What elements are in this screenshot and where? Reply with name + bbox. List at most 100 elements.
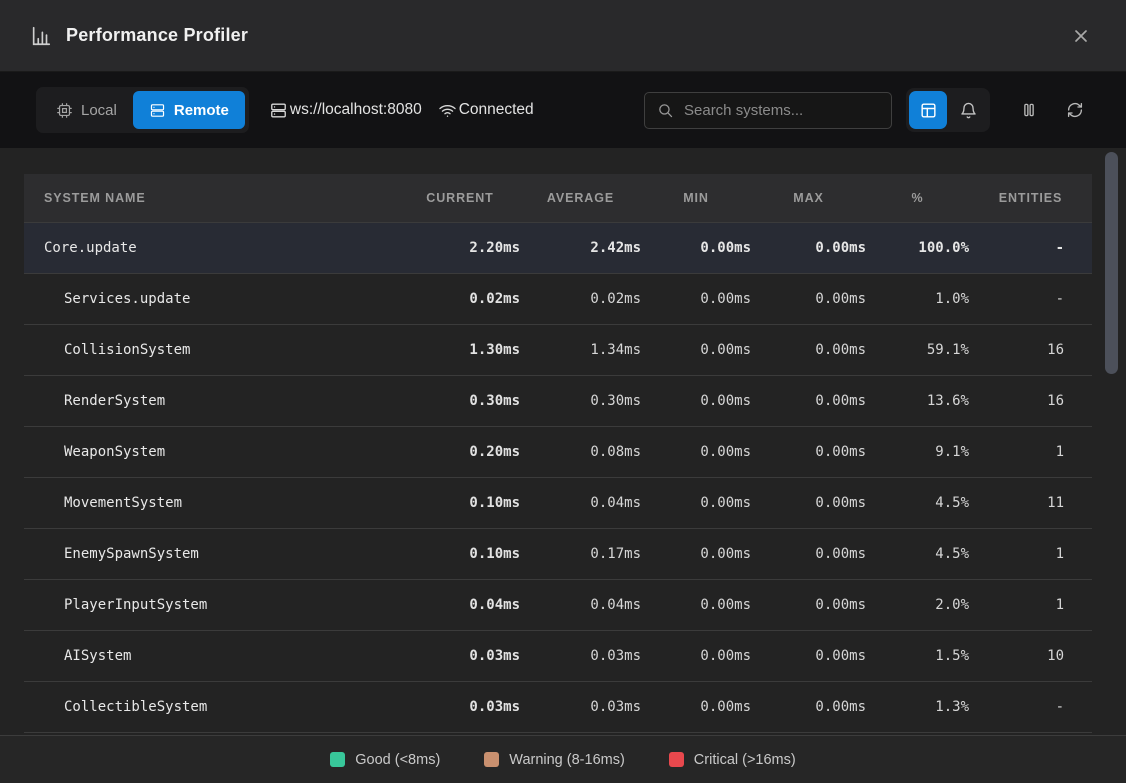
column-header[interactable]: CURRENT — [400, 191, 520, 205]
page-title: Performance Profiler — [66, 25, 248, 46]
remote-mode-label: Remote — [174, 102, 229, 119]
cell-min: 0.00ms — [641, 699, 751, 715]
column-header[interactable]: MIN — [641, 191, 751, 205]
table-row[interactable]: EnemySpawnSystem 0.10ms 0.17ms 0.00ms 0.… — [24, 529, 1092, 580]
cell-average: 0.03ms — [520, 699, 641, 715]
column-header[interactable]: % — [866, 191, 969, 205]
close-icon — [1071, 26, 1091, 46]
cell-entities: 1 — [969, 546, 1092, 562]
refresh-icon — [1066, 101, 1084, 119]
cell-max: 0.00ms — [751, 546, 866, 562]
legend-label: Critical (>16ms) — [694, 752, 796, 768]
titlebar: Performance Profiler — [0, 0, 1126, 72]
remote-mode-button[interactable]: Remote — [133, 91, 245, 129]
cell-average: 1.34ms — [520, 342, 641, 358]
cell-max: 0.00ms — [751, 444, 866, 460]
cell-current: 0.20ms — [400, 444, 520, 460]
cell-current: 0.10ms — [400, 495, 520, 511]
cell-system-name: Core.update — [24, 240, 400, 256]
search-input[interactable] — [684, 102, 879, 119]
column-header[interactable]: AVERAGE — [520, 191, 641, 205]
cell-percent: 100.0% — [866, 240, 969, 256]
cell-average: 0.30ms — [520, 393, 641, 409]
cell-percent: 59.1% — [866, 342, 969, 358]
search-box — [644, 92, 892, 129]
legend-item: Critical (>16ms) — [669, 752, 796, 768]
scrollbar-thumb[interactable] — [1105, 152, 1118, 374]
column-header[interactable]: SYSTEM NAME — [24, 191, 400, 205]
legend-item: Good (<8ms) — [330, 752, 440, 768]
table-row[interactable]: AISystem 0.03ms 0.03ms 0.00ms 0.00ms 1.5… — [24, 631, 1092, 682]
cell-system-name: WeaponSystem — [24, 444, 400, 460]
toolbar: Local Remote ws://localhost:8080 — [0, 72, 1126, 148]
table-row[interactable]: Core.update 2.20ms 2.42ms 0.00ms 0.00ms … — [24, 223, 1092, 274]
cell-system-name: RenderSystem — [24, 393, 400, 409]
cell-min: 0.00ms — [641, 597, 751, 613]
alerts-button[interactable] — [949, 91, 987, 129]
cell-percent: 4.5% — [866, 495, 969, 511]
cell-entities: - — [969, 699, 1092, 715]
cell-min: 0.00ms — [641, 444, 751, 460]
cell-max: 0.00ms — [751, 597, 866, 613]
cell-system-name: EnemySpawnSystem — [24, 546, 400, 562]
cell-current: 0.02ms — [400, 291, 520, 307]
title-group: Performance Profiler — [30, 25, 248, 47]
refresh-button[interactable] — [1058, 93, 1092, 127]
vertical-scrollbar[interactable] — [1105, 152, 1118, 727]
table-view-button[interactable] — [909, 91, 947, 129]
server-icon — [269, 101, 288, 120]
cell-average: 0.03ms — [520, 648, 641, 664]
table-row[interactable]: PlayerInputSystem 0.04ms 0.04ms 0.00ms 0… — [24, 580, 1092, 631]
websocket-url: ws://localhost:8080 — [290, 101, 422, 119]
cell-min: 0.00ms — [641, 495, 751, 511]
cell-average: 0.04ms — [520, 495, 641, 511]
cell-entities: - — [969, 240, 1092, 256]
table-row[interactable]: MovementSystem 0.10ms 0.04ms 0.00ms 0.00… — [24, 478, 1092, 529]
cell-percent: 1.3% — [866, 699, 969, 715]
cell-percent: 13.6% — [866, 393, 969, 409]
table-body: Core.update 2.20ms 2.42ms 0.00ms 0.00ms … — [24, 223, 1092, 733]
cell-max: 0.00ms — [751, 495, 866, 511]
wifi-icon — [438, 101, 457, 120]
table-row[interactable]: Services.update 0.02ms 0.02ms 0.00ms 0.0… — [24, 274, 1092, 325]
cell-system-name: MovementSystem — [24, 495, 400, 511]
table-row[interactable]: WeaponSystem 0.20ms 0.08ms 0.00ms 0.00ms… — [24, 427, 1092, 478]
close-button[interactable] — [1066, 21, 1096, 51]
cell-current: 0.03ms — [400, 699, 520, 715]
column-header[interactable]: ENTITIES — [969, 191, 1092, 205]
cell-current: 0.04ms — [400, 597, 520, 613]
connection-status-label: Connected — [459, 101, 534, 119]
bell-icon — [959, 101, 978, 120]
cell-average: 0.04ms — [520, 597, 641, 613]
cell-entities: 16 — [969, 342, 1092, 358]
cell-max: 0.00ms — [751, 393, 866, 409]
cell-min: 0.00ms — [641, 546, 751, 562]
table-row[interactable]: CollisionSystem 1.30ms 1.34ms 0.00ms 0.0… — [24, 325, 1092, 376]
column-header[interactable]: MAX — [751, 191, 866, 205]
legend-label: Warning (8-16ms) — [509, 752, 625, 768]
legend-label: Good (<8ms) — [355, 752, 440, 768]
cell-max: 0.00ms — [751, 342, 866, 358]
legend-item: Warning (8-16ms) — [484, 752, 625, 768]
cell-system-name: CollectibleSystem — [24, 699, 400, 715]
table-row[interactable]: CollectibleSystem 0.03ms 0.03ms 0.00ms 0… — [24, 682, 1092, 733]
cell-percent: 9.1% — [866, 444, 969, 460]
connection-status: Connected — [438, 101, 534, 120]
search-icon — [657, 102, 674, 119]
view-icon-group — [906, 88, 990, 132]
legend-swatch — [669, 752, 684, 767]
table-row[interactable]: RenderSystem 0.30ms 0.30ms 0.00ms 0.00ms… — [24, 376, 1092, 427]
cell-percent: 1.0% — [866, 291, 969, 307]
legend-swatch — [330, 752, 345, 767]
local-mode-button[interactable]: Local — [40, 91, 133, 129]
legend-swatch — [484, 752, 499, 767]
pause-button[interactable] — [1012, 93, 1046, 127]
cell-current: 0.03ms — [400, 648, 520, 664]
cell-average: 0.17ms — [520, 546, 641, 562]
performance-profiler-window: Performance Profiler Local — [0, 0, 1126, 783]
systems-table: SYSTEM NAMECURRENTAVERAGEMINMAX%ENTITIES… — [24, 174, 1092, 733]
cell-average: 0.08ms — [520, 444, 641, 460]
table-view-icon — [919, 101, 938, 120]
cell-percent: 2.0% — [866, 597, 969, 613]
cell-entities: 10 — [969, 648, 1092, 664]
